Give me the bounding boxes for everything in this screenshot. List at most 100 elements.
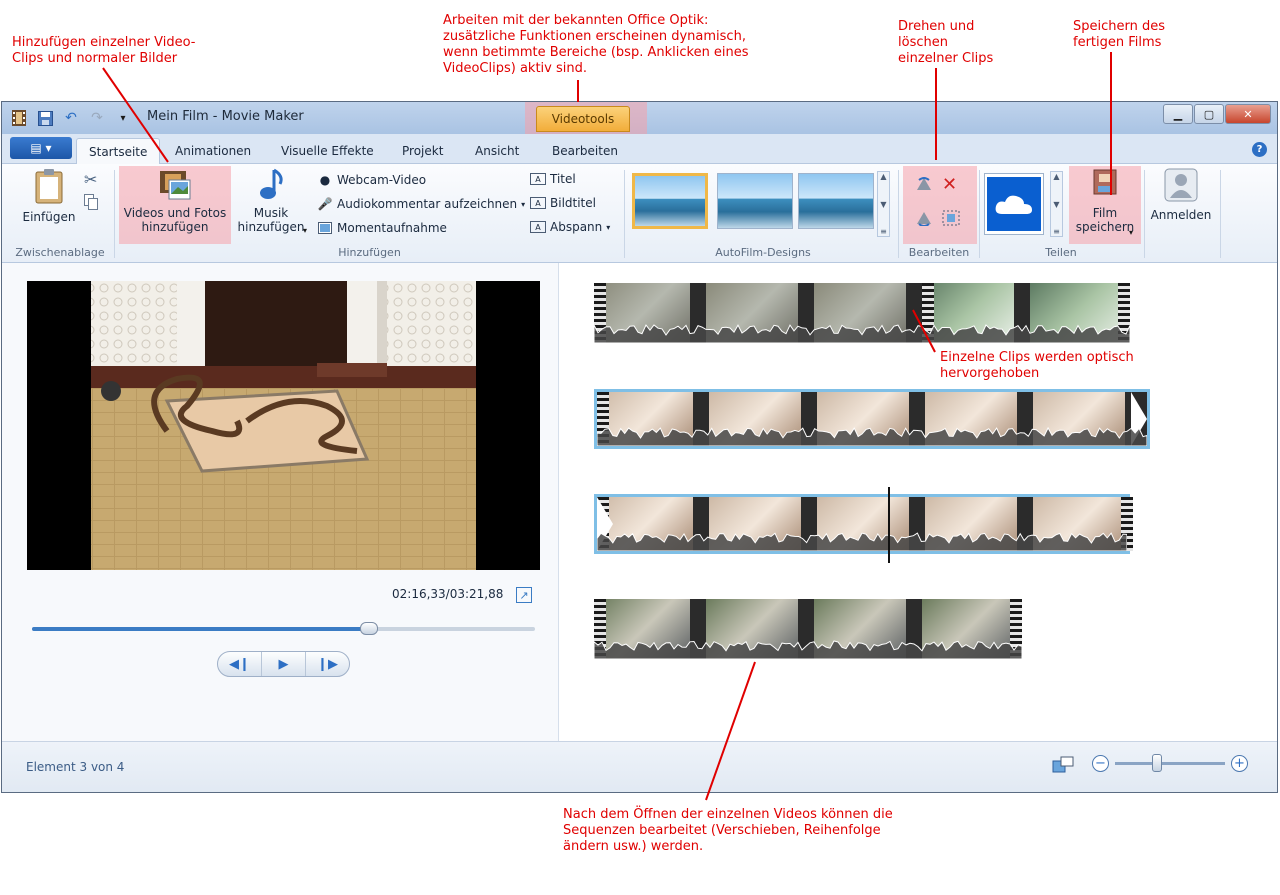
next-frame-button[interactable]: ❙▶ — [306, 652, 349, 676]
tab-ansicht[interactable]: Ansicht — [463, 138, 531, 164]
paste-button[interactable]: Einfügen — [20, 168, 78, 224]
snapshot-button[interactable]: Momentaufnahme — [317, 220, 447, 236]
group-label-add: Hinzufügen — [338, 246, 401, 259]
group-label-clipboard: Zwischenablage — [15, 246, 105, 259]
context-tab-videotools: Videotools — [536, 106, 630, 132]
status-text: Element 3 von 4 — [26, 760, 125, 774]
previous-frame-button[interactable]: ◀❙ — [218, 652, 262, 676]
credits-dropdown-icon: ▾ — [606, 222, 611, 232]
storyboard-clip-2[interactable] — [594, 389, 1150, 449]
delete-icon[interactable]: ✕ — [942, 174, 957, 195]
movie-maker-window: ↶ ↷ ▾ Mein Film - Movie Maker ▁ ▢ ✕ Vide… — [1, 101, 1278, 793]
webcam-video-label: Webcam-Video — [337, 173, 427, 187]
seek-bar[interactable] — [32, 622, 535, 635]
skydrive-button[interactable] — [984, 173, 1044, 235]
narration-dropdown-icon: ▾ — [521, 199, 526, 209]
share-scroller[interactable]: ▲ ▼ ≡ — [1050, 171, 1063, 237]
film-photo-icon — [160, 171, 191, 200]
annotation-save-film: Speichern des fertigen Films — [1073, 19, 1166, 50]
copy-icon[interactable] — [84, 194, 98, 213]
audio-waveform — [594, 324, 1130, 343]
narration-button[interactable]: 🎤 Audiokommentar aufzeichnen ▾ — [317, 196, 526, 212]
caption-button[interactable]: A Bildtitel — [530, 196, 596, 210]
webcam-video-button[interactable]: ● Webcam-Video — [317, 172, 426, 188]
minimize-button[interactable]: ▁ — [1163, 104, 1193, 124]
undo-icon[interactable]: ↶ — [62, 109, 80, 127]
rotate-left-icon[interactable] — [915, 176, 933, 195]
zoom-slider-thumb[interactable] — [1151, 754, 1162, 772]
maximize-button[interactable]: ▢ — [1194, 104, 1224, 124]
cut-icon[interactable]: ✂ — [84, 170, 97, 189]
storyboard-clip-4[interactable] — [594, 599, 1022, 659]
group-label-edit: Bearbeiten — [908, 246, 970, 259]
add-music-button[interactable]: Musik hinzufügen — [232, 168, 310, 234]
annotation-clips-highlighted: Einzelne Clips werden optisch hervorgeho… — [940, 350, 1134, 381]
rotate-right-icon[interactable] — [915, 210, 933, 229]
music-dropdown-icon[interactable]: ▾ — [303, 226, 307, 235]
group-separator — [1144, 170, 1145, 258]
narration-label: Audiokommentar aufzeichnen — [337, 197, 518, 211]
zoom-in-button[interactable]: + — [1231, 755, 1248, 772]
window-title: Mein Film - Movie Maker — [147, 109, 304, 124]
customize-toolbar-icon[interactable]: ▾ — [114, 109, 132, 127]
group-separator — [979, 170, 980, 258]
audio-waveform — [597, 426, 1147, 446]
automovie-theme-2[interactable] — [717, 173, 793, 229]
film-icon[interactable] — [10, 109, 28, 127]
credits-button[interactable]: A Abspann ▾ — [530, 220, 610, 234]
add-videos-photos-button[interactable]: Videos und Fotos hinzufügen — [119, 168, 231, 234]
automovie-theme-3[interactable] — [798, 173, 874, 229]
tab-projekt[interactable]: Projekt — [390, 138, 455, 164]
themes-scroller[interactable]: ▲ ▼ ≡ — [877, 171, 890, 237]
video-frame-image — [27, 281, 540, 570]
storyboard-clip-3[interactable] — [594, 494, 1133, 554]
save-movie-button[interactable]: Film speichern — [1069, 168, 1141, 234]
tab-visuelle-effekte[interactable]: Visuelle Effekte — [269, 138, 386, 164]
ribbon: Einfügen ✂ Zwischenablage Videos und Fot… — [2, 164, 1277, 263]
status-bar: Element 3 von 4 − + — [2, 741, 1277, 792]
thumbnail-size-icon[interactable] — [1052, 756, 1074, 773]
storyboard-clip-1[interactable] — [594, 283, 1130, 343]
seek-bar-fill — [32, 627, 369, 631]
save-icon[interactable] — [36, 109, 54, 127]
automovie-theme-1[interactable] — [632, 173, 708, 229]
seek-thumb[interactable] — [360, 622, 378, 635]
application-menu-button[interactable]: ▤ ▾ — [10, 137, 72, 159]
help-icon[interactable]: ? — [1252, 142, 1267, 157]
group-label-share: Teilen — [1045, 246, 1077, 259]
close-button[interactable]: ✕ — [1225, 104, 1271, 124]
save-movie-dropdown-icon[interactable]: ▾ — [1129, 228, 1133, 237]
cloud-icon — [987, 177, 1041, 231]
caption-label: Bildtitel — [550, 196, 596, 210]
tab-startseite[interactable]: Startseite — [76, 138, 161, 164]
zoom-slider[interactable] — [1115, 754, 1225, 772]
preview-pane: 02:16,33/03:21,88 ↗ ◀❙ ▶ ❙▶ — [2, 263, 559, 741]
play-button[interactable]: ▶ — [262, 652, 306, 676]
clipboard-icon — [35, 169, 63, 204]
title-button[interactable]: A Titel — [530, 172, 576, 186]
sign-in-button[interactable]: Anmelden — [1148, 168, 1214, 222]
redo-icon[interactable]: ↷ — [88, 109, 106, 127]
title-icon: A — [530, 173, 546, 185]
annotation-after-open: Nach dem Öffnen der einzelnen Videos kön… — [563, 807, 893, 854]
credits-label: Abspann — [550, 220, 603, 234]
tab-animationen[interactable]: Animationen — [163, 138, 263, 164]
caption-icon: A — [530, 197, 546, 209]
paste-label: Einfügen — [22, 210, 76, 224]
popout-icon[interactable]: ↗ — [516, 587, 532, 603]
group-separator — [114, 170, 115, 258]
video-preview[interactable] — [27, 281, 540, 570]
audio-waveform — [594, 640, 1022, 659]
select-all-icon[interactable] — [942, 210, 960, 229]
user-icon — [1164, 168, 1198, 202]
zoom-control: − + — [1092, 754, 1248, 772]
zoom-out-button[interactable]: − — [1092, 755, 1109, 772]
tab-bearbeiten[interactable]: Bearbeiten — [540, 138, 630, 164]
add-videos-photos-label: Videos und Fotos hinzufügen — [123, 206, 227, 234]
audio-waveform — [597, 532, 1127, 551]
storyboard — [560, 263, 1277, 741]
group-separator — [898, 170, 899, 258]
group-label-themes: AutoFilm-Designs — [715, 246, 811, 259]
annotation-rotate-delete: Drehen und löschen einzelner Clips — [898, 19, 994, 66]
main-area: 02:16,33/03:21,88 ↗ ◀❙ ▶ ❙▶ — [2, 263, 1277, 741]
